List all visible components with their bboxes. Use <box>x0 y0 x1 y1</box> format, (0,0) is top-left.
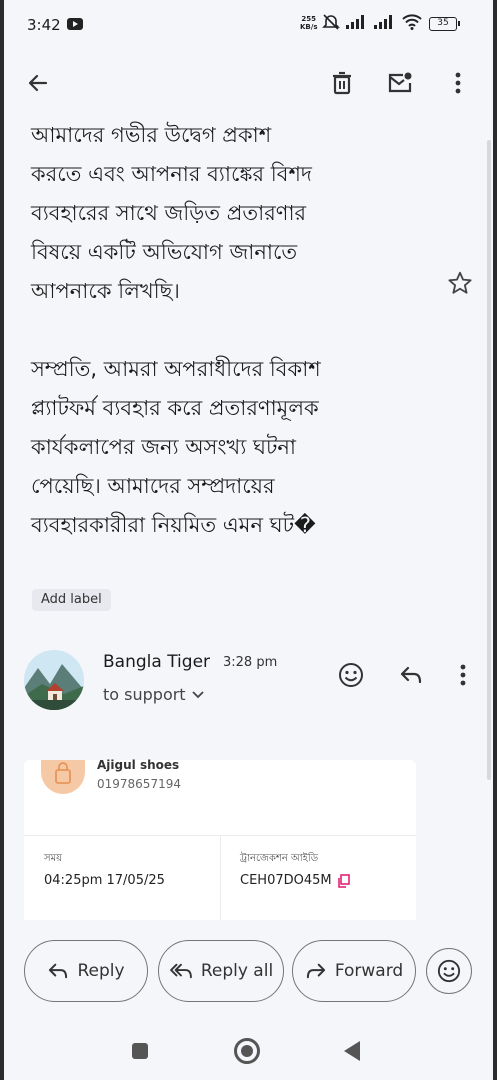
shopping-bag-icon <box>41 760 85 794</box>
signal-2-icon <box>374 15 392 29</box>
body-line: ব্যবহারকারীরা নিয়মিত এমন ঘট� <box>31 513 316 537</box>
more-vert-icon <box>460 664 466 686</box>
trash-icon <box>333 71 351 95</box>
emoji-reaction-button[interactable] <box>426 948 472 994</box>
body-line: আমাদের গভীর উদ্বেগ প্রকাশ <box>31 123 272 147</box>
home-button[interactable] <box>234 1038 260 1064</box>
status-icons <box>322 14 422 30</box>
toolbar <box>4 55 493 111</box>
reply-header-button[interactable] <box>396 660 426 690</box>
forward-button-label: Forward <box>334 961 404 981</box>
reply-button[interactable]: Reply <box>24 940 148 1002</box>
copy-icon <box>337 873 350 888</box>
system-navigation-bar <box>4 1020 493 1080</box>
email-screen: 3:42 255 KB/s 35 আমাদের গভীর উদ্বেগ প্রক… <box>4 0 493 1080</box>
transaction-id-value: CEH07DO45M <box>240 873 332 888</box>
body-line: সম্প্রতি, আমরা অপরাধীদের বিকাশ <box>31 357 321 381</box>
scrollbar[interactable] <box>487 140 491 780</box>
mark-unread-button[interactable] <box>382 65 418 101</box>
card-vertical-divider <box>220 835 221 920</box>
system-back-button[interactable] <box>344 1041 360 1061</box>
status-time: 3:42 <box>27 16 61 34</box>
reply-all-button-label: Reply all <box>200 961 274 981</box>
reply-button-label: Reply <box>77 961 125 981</box>
mail-unread-icon <box>388 72 412 93</box>
merchant-name: Ajigul shoes <box>97 758 180 772</box>
transaction-id-label: ট্রানজেকশন আইডি <box>240 853 319 864</box>
body-line: ব্যবহারের সাথে জড়িত প্রতারণার <box>31 201 307 225</box>
arrow-left-icon <box>28 74 48 92</box>
emoji-icon <box>437 959 461 983</box>
body-line: পেয়েছি। আমাদের সম্প্রদায়ের <box>31 474 275 498</box>
message-more-button[interactable] <box>448 660 478 690</box>
sender-name: Bangla Tiger <box>103 652 211 672</box>
net-speed: 255 KB/s <box>300 15 318 31</box>
star-icon <box>448 271 472 294</box>
forward-button[interactable]: Forward <box>292 940 416 1002</box>
add-label-chip[interactable]: Add label <box>32 589 111 611</box>
delete-button[interactable] <box>324 65 360 101</box>
react-emoji-button[interactable] <box>336 660 366 690</box>
chevron-down-icon <box>191 690 204 698</box>
more-vert-icon <box>455 72 461 94</box>
back-button[interactable] <box>20 65 56 101</box>
star-button[interactable] <box>447 270 473 296</box>
sent-time: 3:28 pm <box>223 655 278 670</box>
signal-1-icon <box>346 15 364 29</box>
merchant-phone: 01978657194 <box>97 777 181 791</box>
landscape-avatar-icon <box>24 650 84 710</box>
recents-button[interactable] <box>132 1043 148 1059</box>
time-value: 04:25pm 17/05/25 <box>44 873 165 888</box>
more-options-button[interactable] <box>440 65 476 101</box>
emoji-icon <box>339 663 363 687</box>
sender-avatar[interactable] <box>24 650 84 710</box>
body-line: করতে এবং আপনার ব্যাঙ্কের বিশদ <box>31 162 312 186</box>
transaction-card-image: Ajigul shoes 01978657194 সময় 04:25pm 17… <box>24 758 416 920</box>
message-body: আমাদের গভীর উদ্বেগ প্রকাশ করতে এবং আপনার… <box>31 116 451 545</box>
mute-icon <box>322 14 340 30</box>
transaction-id-row: CEH07DO45M <box>240 873 350 888</box>
reply-all-button[interactable]: Reply all <box>158 940 284 1002</box>
recipients-toggle[interactable]: to support <box>103 685 204 704</box>
reply-icon <box>400 666 422 684</box>
status-bar: 3:42 255 KB/s 35 <box>4 0 493 50</box>
battery-icon: 35 <box>429 17 460 31</box>
recipient-text: to support <box>103 685 186 704</box>
time-label: সময় <box>44 853 63 864</box>
forward-icon <box>306 963 325 979</box>
youtube-notification-icon <box>67 18 83 30</box>
reply-icon <box>49 963 68 979</box>
wifi-icon <box>402 14 422 30</box>
body-line: বিষয়ে একটি অভিযোগ জানাতে <box>31 240 298 264</box>
body-line: কার্যকলাপের জন্য অসংখ্য ঘটনা <box>31 435 297 459</box>
body-line: প্ল্যাটফর্ম ব্যবহার করে প্রতারণামূলক <box>31 396 319 420</box>
reply-all-icon <box>169 963 192 979</box>
body-line: আপনাকে লিখছি। <box>31 279 180 303</box>
